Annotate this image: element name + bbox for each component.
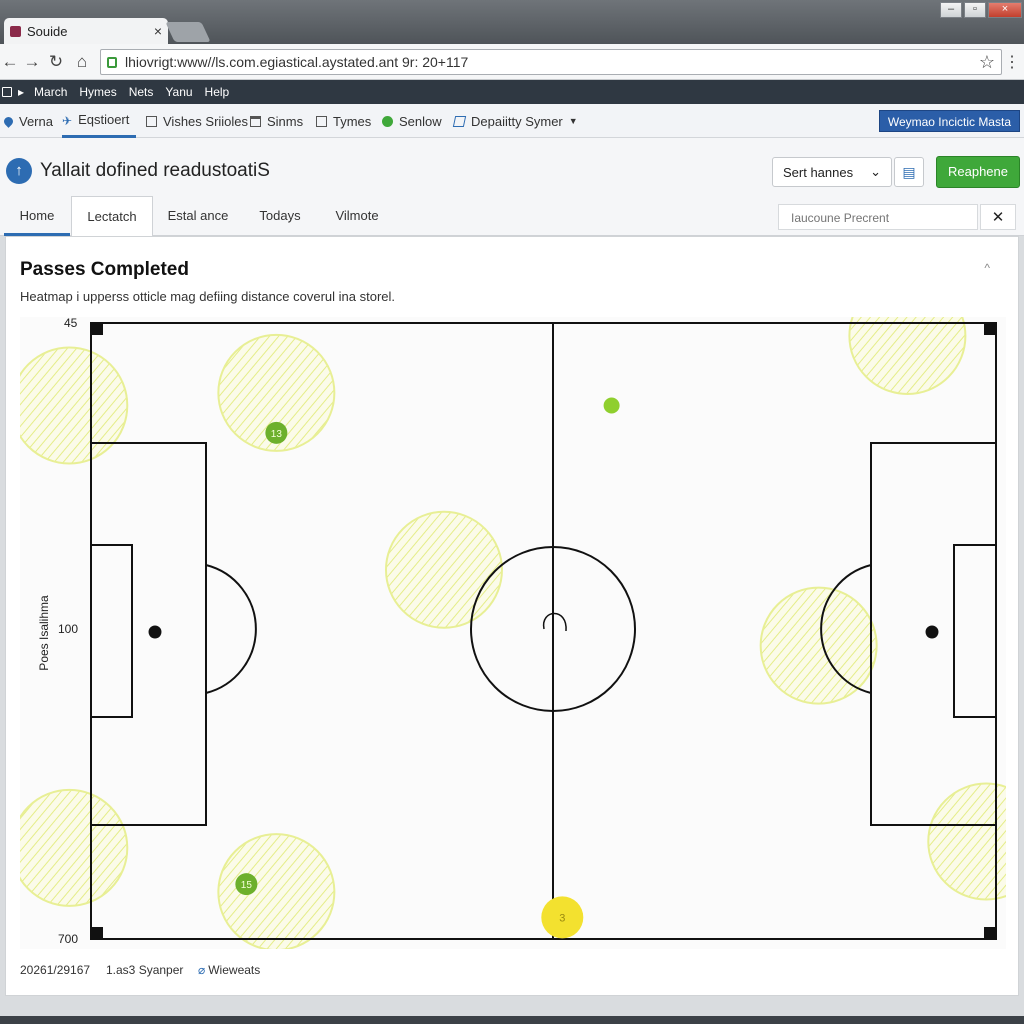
tab-home[interactable]: Home bbox=[4, 196, 70, 236]
tab-estal-ance[interactable]: Estal ance bbox=[160, 196, 236, 236]
toolbar-item-sinms[interactable]: Sinms bbox=[250, 104, 303, 138]
zone-marker-label: 13 bbox=[271, 429, 283, 440]
minimize-button[interactable]: – bbox=[940, 2, 962, 18]
browser-titlebar: Souide × – ▫ × bbox=[0, 0, 1024, 44]
search-field[interactable] bbox=[778, 204, 978, 230]
reload-icon[interactable]: ↻ bbox=[46, 52, 66, 72]
sort-select-value: Sert hannes bbox=[783, 164, 854, 180]
toolbar-item-vishes[interactable]: Vishes Sriioles bbox=[146, 104, 248, 138]
tab-title: Souide bbox=[27, 23, 68, 39]
status-dot-icon bbox=[382, 115, 393, 127]
lock-icon bbox=[107, 56, 117, 68]
calendar-icon[interactable]: ▤ bbox=[894, 157, 924, 187]
url-text: lhiovrigt:www//ls.com.egiastical.aystate… bbox=[125, 54, 469, 70]
footer-user: 1.as3 Syanper bbox=[106, 963, 184, 977]
bookmark-item[interactable]: Yanu bbox=[165, 85, 192, 99]
heat-zone bbox=[927, 782, 1024, 901]
heat-zone bbox=[217, 833, 336, 952]
toolbar-item-label: Depaiitty Symer bbox=[471, 113, 563, 129]
heat-zone bbox=[848, 276, 967, 395]
chevron-down-icon: ⌄ bbox=[870, 164, 881, 179]
heat-zone bbox=[10, 788, 129, 907]
close-window-button[interactable]: × bbox=[988, 2, 1022, 18]
toolbar-item-label: Vishes Sriioles bbox=[163, 113, 249, 129]
doc-icon bbox=[316, 115, 327, 127]
toolbar-item-tymes[interactable]: Tymes bbox=[316, 104, 371, 138]
y-tick-label: 700 bbox=[58, 932, 78, 946]
toolbar-item-label: Tymes bbox=[333, 113, 372, 129]
tab-lectatch[interactable]: Lectatch bbox=[71, 196, 153, 237]
taskbar bbox=[0, 1016, 1024, 1024]
primary-action-button[interactable]: Reaphene bbox=[936, 156, 1020, 188]
toolbar-item-verna[interactable]: Verna bbox=[2, 104, 53, 138]
heat-zone bbox=[10, 346, 129, 465]
new-tab-button[interactable] bbox=[165, 22, 211, 42]
plane-icon: ✈ bbox=[62, 114, 73, 128]
toolbar-item-eqstioert[interactable]: ✈ Eqstioert bbox=[62, 104, 136, 138]
bookmark-star-icon[interactable]: ☆ bbox=[979, 52, 995, 73]
toolbar-item-label: Verna bbox=[19, 113, 53, 129]
bookmark-item[interactable]: Hymes bbox=[79, 85, 116, 99]
info-icon: ↑ bbox=[6, 158, 32, 184]
tab-todays[interactable]: Todays bbox=[248, 196, 312, 236]
heat-zones bbox=[10, 276, 1024, 952]
footer-link-label: Wieweats bbox=[208, 963, 261, 977]
footer-link[interactable]: ⌀ Wieweats bbox=[198, 963, 260, 977]
footer-date: 20261/29167 bbox=[20, 963, 91, 977]
y-tick-label: 45 bbox=[64, 317, 78, 330]
toolbar-cta-button[interactable]: Weymao Incictic Masta bbox=[878, 110, 1020, 132]
pitch-heatmap: 13 15 3 45 100 700 Poes Isalihma bbox=[10, 276, 1024, 952]
app-toolbar: Verna ✈ Eqstioert Vishes Sriioles Sinms … bbox=[0, 104, 1024, 138]
bookmarks-bar: ▸ March Hymes Nets Yanu Help bbox=[0, 80, 1024, 104]
pin-icon bbox=[2, 114, 15, 128]
browser-tab[interactable]: Souide × bbox=[4, 18, 168, 44]
favicon-icon bbox=[10, 25, 21, 37]
tab-vilmote[interactable]: Vilmote bbox=[324, 196, 390, 236]
sort-select[interactable]: Sert hannes ⌄ bbox=[772, 157, 892, 187]
tab-close-icon[interactable]: × bbox=[154, 23, 162, 39]
maximize-button[interactable]: ▫ bbox=[964, 2, 986, 18]
bookmark-item[interactable]: Nets bbox=[129, 85, 154, 99]
bookmark-item[interactable]: Help bbox=[205, 85, 230, 99]
y-tick-label: 100 bbox=[58, 622, 78, 636]
y-axis-label: Poes Isalihma bbox=[37, 595, 51, 671]
toolbar-item-senlow[interactable]: Senlow bbox=[382, 104, 442, 138]
zone-marker-label: 15 bbox=[241, 880, 253, 891]
toolbar-item-label: Senlow bbox=[399, 113, 442, 129]
address-bar[interactable]: lhiovrigt:www//ls.com.egiastical.aystate… bbox=[100, 49, 1002, 75]
browser-navbar: ← → ↻ ⌂ lhiovrigt:www//ls.com.egiastical… bbox=[0, 44, 1024, 80]
apps-icon[interactable] bbox=[2, 87, 12, 97]
heat-zone bbox=[759, 586, 878, 705]
search-input[interactable] bbox=[791, 211, 965, 225]
home-icon[interactable]: ⌂ bbox=[72, 52, 92, 72]
page-tabs: Home Lectatch Estal ance Todays Vilmote … bbox=[0, 196, 1024, 237]
page-header: ↑ Yallait dofined readustoatiS Sert hann… bbox=[0, 138, 1024, 198]
bookmark-arrow-icon: ▸ bbox=[18, 85, 25, 99]
chevron-down-icon: ▼ bbox=[568, 116, 578, 126]
heatmap-card: Passes Completed ^ Heatmap i upperss ott… bbox=[5, 236, 1024, 996]
back-icon[interactable]: ← bbox=[0, 52, 20, 72]
pitch-svg: 13 15 3 45 100 700 Poes Isalihma bbox=[10, 276, 1024, 952]
link-icon: ⌀ bbox=[198, 963, 206, 977]
card-subtitle: Heatmap i upperss otticle mag defiing di… bbox=[20, 289, 396, 304]
toolbar-item-label: Sinms bbox=[267, 113, 304, 129]
edit-icon bbox=[452, 115, 467, 127]
page-title: Yallait dofined readustoatiS bbox=[40, 160, 270, 181]
forward-icon[interactable]: → bbox=[22, 52, 42, 72]
browser-menu-icon[interactable]: ⋮ bbox=[1004, 52, 1020, 72]
doc-icon bbox=[146, 115, 157, 127]
toolbar-item-label: Eqstioert bbox=[78, 112, 130, 127]
toolbar-item-depaiitty[interactable]: Depaiitty Symer ▼ bbox=[452, 104, 578, 138]
point-marker-label: 3 bbox=[559, 912, 565, 924]
heat-zone bbox=[384, 510, 503, 629]
card-title: Passes Completed bbox=[20, 259, 189, 280]
bookmark-item[interactable]: March bbox=[34, 85, 67, 99]
edit-icon bbox=[250, 115, 261, 127]
close-icon[interactable]: ✕ bbox=[980, 204, 1016, 230]
point-marker bbox=[603, 397, 620, 414]
window-controls: – ▫ × bbox=[940, 2, 1022, 18]
collapse-icon[interactable]: ^ bbox=[984, 261, 990, 275]
